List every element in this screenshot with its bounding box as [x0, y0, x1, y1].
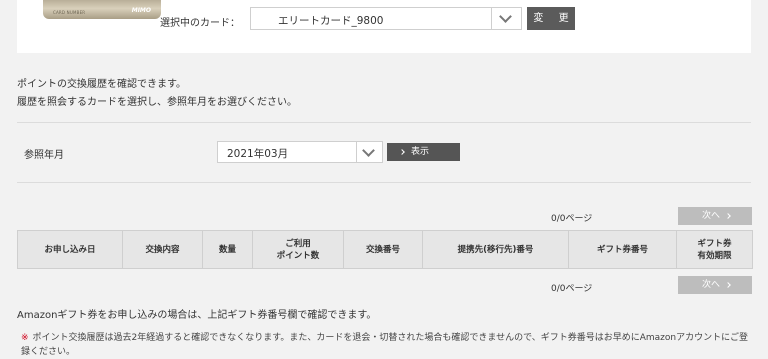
intro-text-2: 履歴を照会するカードを選択し、参照年月をお選びください。 — [17, 97, 297, 108]
card-number-text: CARD NUMBER — [53, 10, 86, 15]
intro-text-1: ポイントの交換履歴を確認できます。 — [17, 79, 186, 90]
reference-month-select[interactable]: 2021年03月 — [217, 141, 383, 163]
col-points-used: ご利用 ポイント数 — [252, 230, 344, 269]
chevron-down-icon — [499, 10, 512, 23]
col-application-date: お申し込み日 — [17, 230, 123, 269]
card-select-value: エリートカード_9800 — [278, 15, 384, 27]
next-page-button-top[interactable]: 次へ — [678, 207, 752, 225]
divider — [17, 122, 751, 123]
show-button[interactable]: 表示 — [387, 143, 460, 161]
col-gift-card-number: ギフト券番号 — [568, 230, 677, 269]
divider — [17, 182, 751, 183]
change-card-button[interactable]: 変 更 — [527, 7, 575, 30]
col-partner-number: 提携先(移行先)番号 — [422, 230, 569, 269]
reference-month-value: 2021年03月 — [227, 148, 289, 160]
next-button-label: 次へ — [702, 280, 721, 290]
reference-month-toggle[interactable] — [356, 142, 382, 162]
amazon-gift-note: Amazonギフト券をお申し込みの場合は、上記ギフト券番号欄で確認できます。 — [17, 310, 377, 321]
chevron-right-icon — [725, 213, 731, 219]
selected-card-label: 選択中のカード： — [160, 18, 240, 29]
chevron-right-icon — [725, 282, 731, 288]
notice-text: ポイント交換履歴は過去2年経過すると確認できなくなります。また、カードを退会・切… — [21, 333, 748, 357]
col-exchange-number: 交換番号 — [343, 230, 423, 269]
table-header-row: お申し込み日 交換内容 数量 ご利用 ポイント数 交換番号 提携先(移行先)番号… — [17, 230, 753, 269]
next-page-button-bottom[interactable]: 次へ — [678, 276, 752, 294]
notice: ※ ポイント交換履歴は過去2年経過すると確認できなくなります。また、カードを退会・… — [21, 331, 756, 359]
notice-mark: ※ — [21, 333, 29, 343]
exchange-history-table: お申し込み日 交換内容 数量 ご利用 ポイント数 交換番号 提携先(移行先)番号… — [17, 230, 753, 269]
card-selection-panel: CARD NUMBER MIMO 選択中のカード： エリートカード_9800 変… — [17, 0, 751, 53]
show-button-label: 表示 — [411, 147, 430, 157]
page-indicator-bottom: 0/0ページ — [551, 284, 593, 294]
col-gift-card-expiry: ギフト券 有効期限 — [676, 230, 753, 269]
card-select-toggle[interactable] — [491, 8, 521, 29]
card-select[interactable]: エリートカード_9800 — [250, 7, 522, 30]
col-exchange-content: 交換内容 — [122, 230, 203, 269]
card-image: CARD NUMBER MIMO — [43, 0, 161, 19]
chevron-down-icon — [362, 144, 375, 157]
next-button-label: 次へ — [702, 211, 721, 221]
col-quantity: 数量 — [202, 230, 253, 269]
chevron-right-icon — [399, 149, 405, 155]
reference-month-label: 参照年月 — [24, 150, 64, 161]
card-brand-text: MIMO — [131, 7, 151, 14]
page-indicator-top: 0/0ページ — [551, 214, 593, 224]
